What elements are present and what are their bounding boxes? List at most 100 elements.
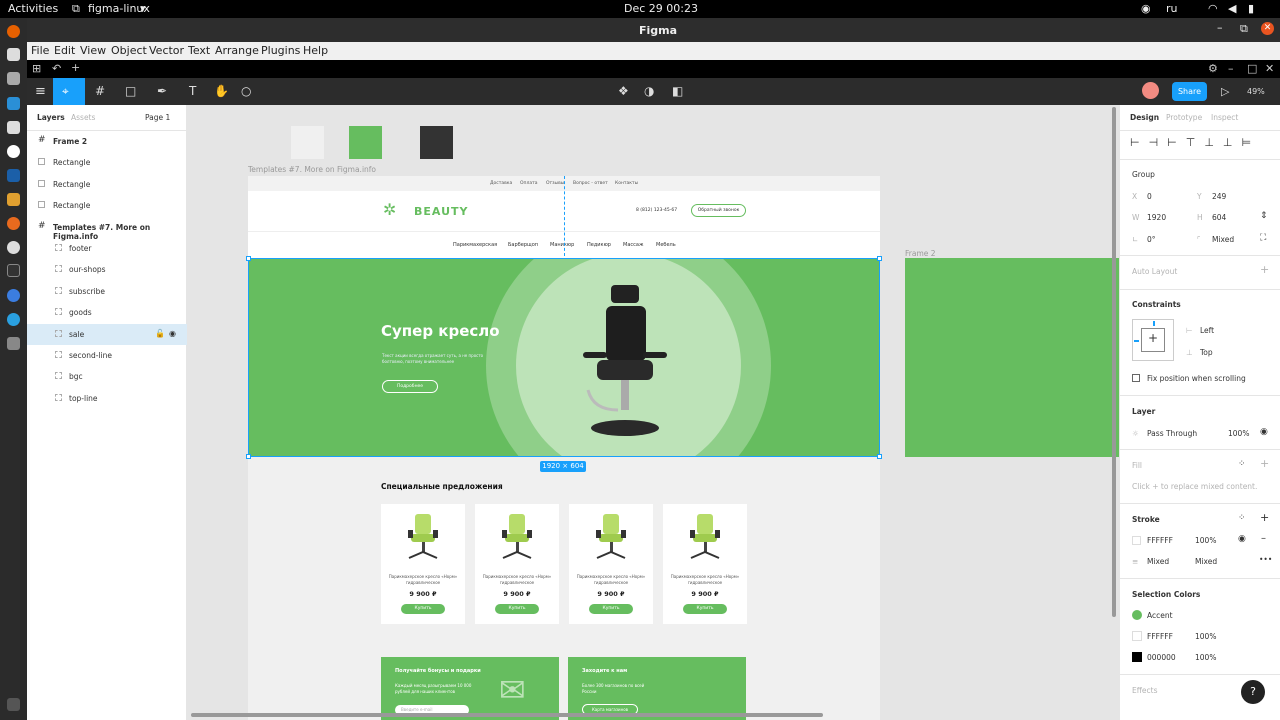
add-stroke-icon[interactable]: + <box>1260 511 1269 524</box>
rectangle-swatch-light[interactable] <box>291 126 324 159</box>
top-link[interactable]: Оплата <box>520 181 538 186</box>
style-grid-icon[interactable]: ⁘ <box>1238 513 1246 523</box>
minimize-button[interactable]: – <box>1217 21 1223 34</box>
top-constraint[interactable] <box>1153 321 1155 326</box>
eye-icon[interactable]: ◉ <box>1260 427 1268 437</box>
close-button[interactable]: ✕ <box>1261 22 1274 35</box>
resize-handle[interactable] <box>877 454 882 459</box>
group-selector[interactable]: Group <box>1132 170 1155 179</box>
independent-corners-icon[interactable]: ⛶ <box>1260 233 1266 243</box>
nav-item[interactable]: Педикюр <box>587 242 611 248</box>
main-menu-icon[interactable]: ≡ <box>35 84 46 99</box>
radius-field[interactable]: Mixed <box>1212 235 1234 244</box>
layer-row[interactable]: sale 🔓 ◉ <box>27 323 187 345</box>
top-link[interactable]: Доставка <box>490 181 512 186</box>
layer-row[interactable]: our-shops <box>27 259 187 280</box>
blend-mode-select[interactable]: Pass Through <box>1147 429 1197 438</box>
move-tool-button[interactable]: ⌖ <box>53 78 85 105</box>
width-field[interactable]: 1920 <box>1147 213 1166 222</box>
figma-icon[interactable] <box>7 264 20 277</box>
resize-handle[interactable] <box>877 256 882 261</box>
new-tab-icon[interactable]: + <box>71 61 80 74</box>
layer-row[interactable]: goods <box>27 302 187 323</box>
layer-row[interactable]: Rectangle <box>27 195 187 216</box>
pen-tool-icon[interactable]: ✒ <box>157 84 167 98</box>
y-field[interactable]: 249 <box>1212 192 1226 201</box>
show-apps-icon[interactable] <box>7 698 20 711</box>
stroke-color[interactable]: FFFFFF <box>1147 536 1173 545</box>
layer-row[interactable]: Rectangle <box>27 174 187 195</box>
document-icon[interactable] <box>7 121 20 134</box>
tab-prototype[interactable]: Prototype <box>1166 113 1202 122</box>
horizontal-scrollbar[interactable] <box>191 713 823 717</box>
layer-row[interactable]: second-line <box>27 345 187 366</box>
callback-button[interactable]: Обратный звонок <box>691 204 746 217</box>
trash-icon[interactable] <box>7 337 20 350</box>
buy-button[interactable]: Купить <box>495 604 539 614</box>
tab-layers[interactable]: Layers <box>37 113 65 122</box>
layer-opacity[interactable]: 100% <box>1228 429 1249 438</box>
app-icon[interactable] <box>7 193 20 206</box>
add-auto-layout-icon[interactable]: + <box>1260 263 1269 276</box>
canvas[interactable]: Templates #7. More on Figma.info Frame 2… <box>187 105 1119 720</box>
product-card[interactable]: Парикмахерское кресло «Норм» гидравличес… <box>475 504 559 624</box>
text-tool-icon[interactable]: T <box>189 84 196 98</box>
color-name[interactable]: FFFFFF <box>1147 632 1173 641</box>
color-swatch[interactable] <box>1132 631 1142 641</box>
wifi-icon[interactable]: ◠ <box>1208 2 1218 15</box>
resize-handle[interactable] <box>246 256 251 261</box>
menu-text[interactable]: Text <box>188 44 210 57</box>
frame2-label[interactable]: Frame 2 <box>905 249 936 258</box>
layer-row[interactable]: footer <box>27 238 187 259</box>
app-icon[interactable] <box>7 217 20 230</box>
color-opacity[interactable]: 100% <box>1195 653 1216 662</box>
layer-row[interactable]: # Templates #7. More on Figma.info <box>27 217 187 241</box>
horizontal-constraint-select[interactable]: Left <box>1200 326 1214 335</box>
language-indicator[interactable]: ru <box>1166 2 1178 15</box>
x-field[interactable]: 0 <box>1147 192 1152 201</box>
avatar[interactable] <box>1142 82 1159 99</box>
buy-button[interactable]: Купить <box>401 604 445 614</box>
component-icon[interactable]: ❖ <box>618 84 629 98</box>
nav-item[interactable]: Мебель <box>656 242 676 248</box>
close-icon[interactable]: ✕ <box>1265 62 1274 75</box>
mask-icon[interactable]: ◑ <box>644 84 654 98</box>
volume-icon[interactable]: ◀ <box>1228 2 1236 15</box>
product-card[interactable]: Парикмахерское кресло «Норм» гидравличес… <box>569 504 653 624</box>
layer-row[interactable]: subscribe <box>27 281 187 302</box>
settings-icon[interactable]: ⚙ <box>1208 62 1218 75</box>
zoom-level[interactable]: 49% <box>1247 87 1265 96</box>
hand-tool-icon[interactable]: ✋ <box>214 84 229 98</box>
chrome-icon[interactable] <box>7 289 20 302</box>
rectangle-tool-icon[interactable]: □ <box>125 84 136 98</box>
menu-vector[interactable]: Vector <box>149 44 184 57</box>
vertical-constraint-select[interactable]: Top <box>1200 348 1213 357</box>
rectangle-swatch-green[interactable] <box>349 126 382 159</box>
site-logo[interactable]: BEAUTY <box>414 205 468 218</box>
color-swatch[interactable] <box>1132 610 1142 620</box>
buy-button[interactable]: Купить <box>589 604 633 614</box>
remove-stroke-icon[interactable]: – <box>1261 533 1266 544</box>
share-button[interactable]: Share <box>1172 82 1207 101</box>
rotation-field[interactable]: 0° <box>1147 235 1156 244</box>
frame-label[interactable]: Templates #7. More on Figma.info <box>248 165 376 174</box>
app-icon[interactable] <box>7 241 20 254</box>
color-name[interactable]: 000000 <box>1147 653 1176 662</box>
comment-tool-icon[interactable]: ○ <box>241 84 251 98</box>
more-options-icon[interactable]: ••• <box>1259 555 1272 564</box>
top-link[interactable]: Вопрос - ответ <box>573 181 608 186</box>
tab-inspect[interactable]: Inspect <box>1211 113 1238 122</box>
menu-file[interactable]: File <box>31 44 49 57</box>
vscode-icon[interactable] <box>7 97 20 110</box>
height-field[interactable]: 604 <box>1212 213 1226 222</box>
resize-handle[interactable] <box>246 454 251 459</box>
files-icon[interactable] <box>7 48 20 61</box>
left-constraint[interactable] <box>1134 340 1139 342</box>
present-icon[interactable]: ▷ <box>1221 85 1229 98</box>
add-fill-icon[interactable]: + <box>1260 457 1269 470</box>
boolean-icon[interactable]: ◧ <box>672 84 683 98</box>
stroke-color-swatch[interactable] <box>1132 536 1141 545</box>
steam-icon[interactable] <box>7 169 20 182</box>
buy-button[interactable]: Купить <box>683 604 727 614</box>
color-opacity[interactable]: 100% <box>1195 632 1216 641</box>
